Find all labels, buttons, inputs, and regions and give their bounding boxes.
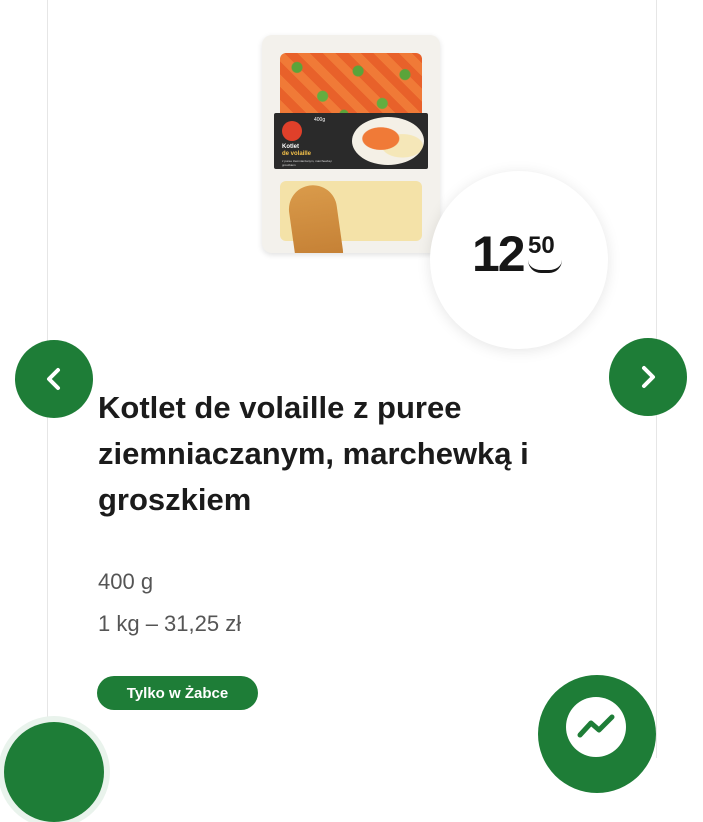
chevron-left-icon [47,368,60,390]
product-title: Kotlet de volaille z puree ziemniaczanym… [98,390,529,517]
brand-logo [282,121,302,141]
package-subtitle: z puree ziemniaczanym, marchewką i grosz… [282,159,333,167]
next-button[interactable] [609,338,687,416]
product-weight: 400 g [98,569,154,594]
chevron-right-icon [642,366,655,388]
package-weight: 400g [314,117,326,123]
unit-price: 1 kg – 31,25 zł [98,611,242,636]
price-cents: 50 [528,232,555,259]
price-smile-icon [528,260,562,273]
price-circle: 12 50 [430,171,608,349]
messenger-button[interactable] [538,675,656,793]
previous-button[interactable] [15,340,93,418]
messenger-icon [577,714,615,738]
exclusive-badge: Tylko w Żabce [97,676,258,710]
corner-button[interactable] [4,722,104,822]
price-main: 12 [472,226,526,282]
package-label: 400g Kotlet de volaille z puree ziemniac… [274,113,428,169]
package-name-line2: de volaille [282,151,312,157]
package-name-line1: Kotlet [282,144,299,150]
messenger-bubble [566,697,626,757]
package-name: Kotlet de volaille [282,144,311,158]
plate-photo [352,117,424,165]
product-image: 400g Kotlet de volaille z puree ziemniac… [262,35,440,253]
